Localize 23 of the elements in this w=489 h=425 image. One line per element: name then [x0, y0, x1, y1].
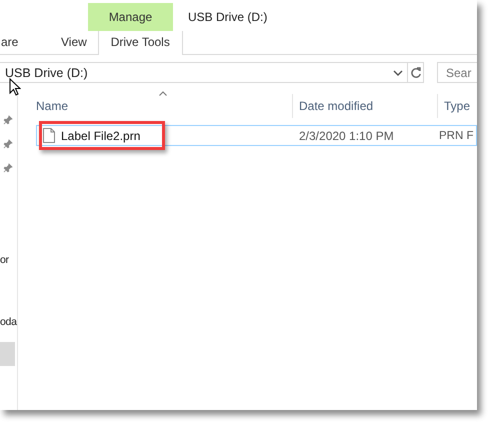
column-header[interactable]: Type [437, 94, 477, 118]
search-field[interactable]: Sear [437, 62, 477, 83]
nav-item[interactable]: oda [0, 314, 17, 330]
ribbon-tab[interactable]: are [0, 31, 46, 54]
address-bar[interactable]: USB Drive (D:) [0, 62, 408, 83]
nav-item[interactable]: or [0, 252, 17, 268]
sort-caret-icon [159, 91, 167, 96]
column-header[interactable]: Date modified [292, 94, 437, 118]
window-title: USB Drive (D:) [188, 10, 268, 24]
refresh-button[interactable] [408, 62, 424, 83]
contextual-tab-header: Manage [88, 3, 173, 31]
mouse-pointer-icon [9, 78, 21, 96]
pin-icon[interactable] [3, 162, 13, 172]
pin-icon[interactable] [3, 138, 13, 148]
date-modified-cell-text: 2/3/2020 1:10 PM [298, 128, 395, 142]
chevron-icon[interactable] [393, 70, 404, 76]
refresh-icon [410, 66, 422, 78]
ribbon-tab[interactable]: Drive Tools [98, 31, 183, 55]
column-header[interactable]: Name [20, 94, 292, 118]
document-icon [43, 128, 55, 143]
type-cell-text: PRN F [438, 130, 474, 142]
file-name: Label File2.prn [61, 128, 140, 142]
pin-icon[interactable] [3, 114, 13, 124]
